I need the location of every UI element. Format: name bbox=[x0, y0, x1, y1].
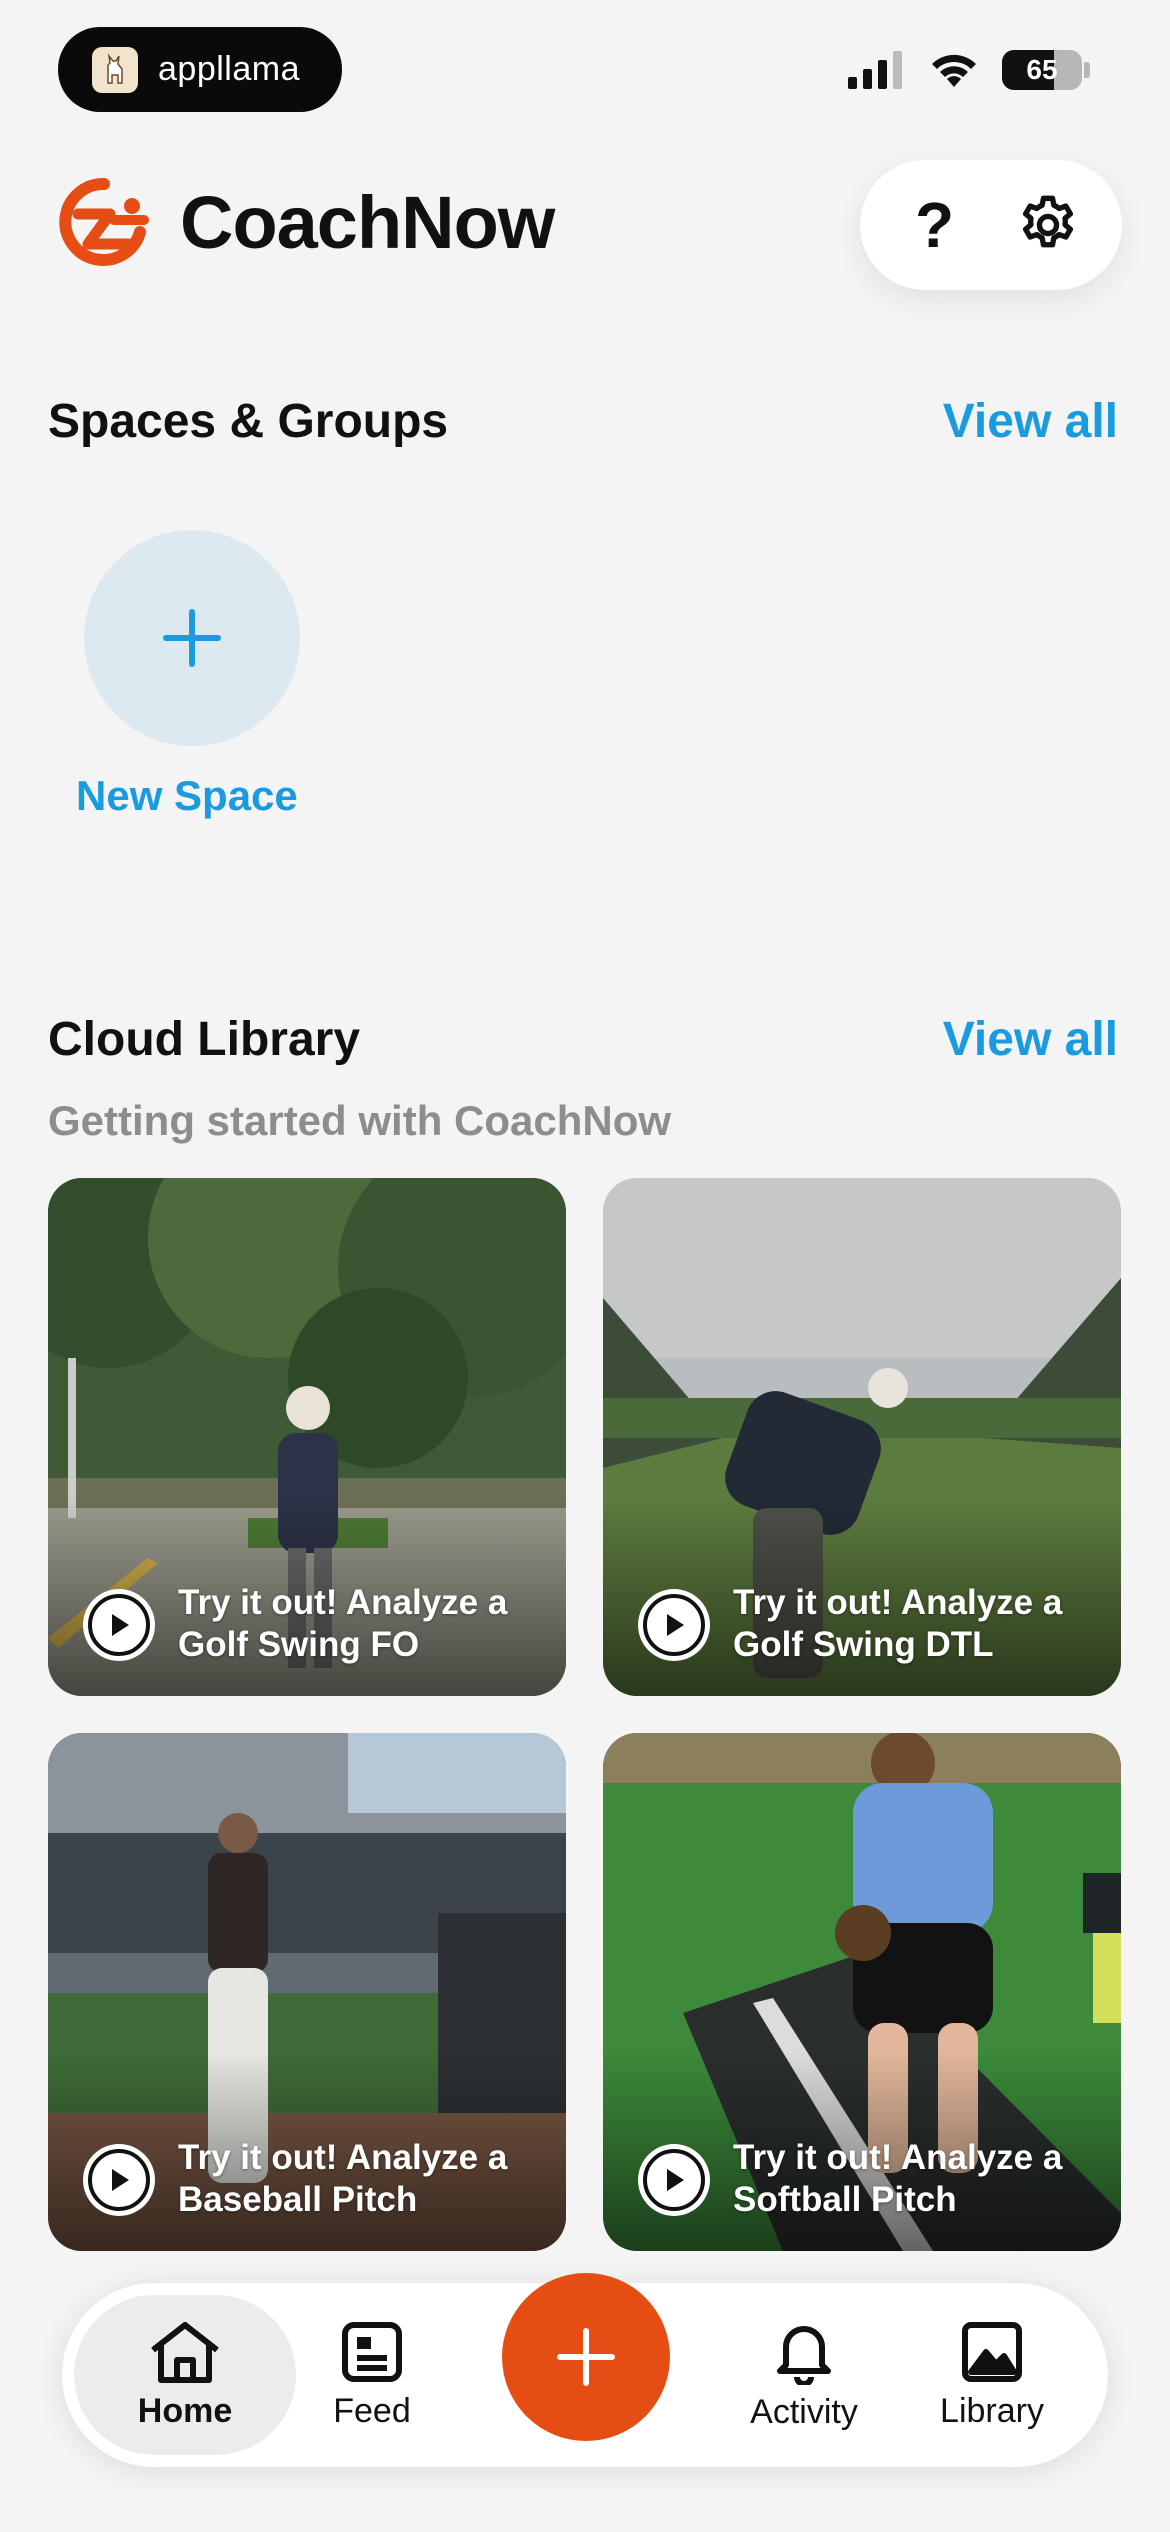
settings-button[interactable] bbox=[1003, 180, 1093, 270]
card-title: Try it out! Analyze a Golf Swing DTL bbox=[733, 1583, 1063, 1664]
library-card-softball-pitch[interactable]: Try it out! Analyze a Softball Pitch bbox=[603, 1733, 1121, 2251]
cellular-signal-icon bbox=[848, 51, 902, 89]
header-actions: ? bbox=[860, 160, 1122, 290]
applet-pill[interactable]: appllama bbox=[58, 27, 342, 112]
battery-cap bbox=[1084, 62, 1090, 78]
status-icons: 65 bbox=[848, 50, 1090, 90]
library-card-baseball-pitch[interactable]: Try it out! Analyze a Baseball Pitch bbox=[48, 1733, 566, 2251]
library-view-all-link[interactable]: View all bbox=[943, 1012, 1118, 1067]
play-icon[interactable] bbox=[83, 2144, 155, 2216]
new-space-label: New Space bbox=[76, 772, 298, 819]
spaces-view-all-link[interactable]: View all bbox=[943, 394, 1118, 449]
bell-icon bbox=[777, 2325, 831, 2385]
card-title: Try it out! Analyze a Softball Pitch bbox=[733, 2138, 1063, 2219]
library-card-golf-fo[interactable]: Try it out! Analyze a Golf Swing FO bbox=[48, 1178, 566, 1696]
play-icon[interactable] bbox=[638, 1589, 710, 1661]
feed-icon bbox=[342, 2321, 402, 2382]
new-space-button[interactable]: New Space bbox=[76, 530, 306, 820]
nav-activity-label: Activity bbox=[750, 2392, 858, 2431]
status-bar: appllama 65 bbox=[0, 0, 1170, 130]
brand-name: CoachNow bbox=[180, 180, 555, 264]
plus-icon bbox=[557, 2328, 615, 2386]
help-icon: ? bbox=[914, 189, 955, 261]
nav-feed-label: Feed bbox=[333, 2391, 411, 2430]
brand-logo: CoachNow bbox=[48, 174, 555, 270]
llama-icon bbox=[92, 46, 138, 93]
battery-icon: 65 bbox=[1002, 50, 1082, 90]
nav-home-label: Home bbox=[137, 2391, 233, 2430]
nav-feed[interactable]: Feed bbox=[308, 2283, 436, 2467]
card-title: Try it out! Analyze a Golf Swing FO bbox=[178, 1583, 508, 1664]
library-section-title: Cloud Library bbox=[48, 1013, 361, 1066]
nav-library[interactable]: Library bbox=[922, 2283, 1062, 2467]
nav-home[interactable]: Home bbox=[74, 2295, 296, 2455]
play-icon[interactable] bbox=[638, 2144, 710, 2216]
plus-icon bbox=[163, 609, 221, 667]
applet-name: appllama bbox=[158, 50, 300, 88]
coachnow-logo-icon bbox=[59, 177, 149, 266]
wifi-icon bbox=[932, 54, 976, 87]
library-card-golf-dtl[interactable]: Try it out! Analyze a Golf Swing DTL bbox=[603, 1178, 1121, 1696]
nav-activity[interactable]: Activity bbox=[734, 2283, 874, 2467]
gear-icon bbox=[1022, 195, 1073, 248]
image-icon bbox=[962, 2321, 1022, 2382]
card-title: Try it out! Analyze a Baseball Pitch bbox=[178, 2138, 508, 2219]
app-header: CoachNow ? bbox=[48, 160, 1122, 295]
nav-library-label: Library bbox=[940, 2391, 1044, 2430]
spaces-section-title: Spaces & Groups bbox=[48, 395, 449, 448]
home-icon bbox=[151, 2321, 219, 2383]
library-subtitle: Getting started with CoachNow bbox=[48, 1097, 672, 1144]
battery-level: 65 bbox=[1026, 54, 1058, 85]
help-button[interactable]: ? bbox=[890, 180, 980, 270]
create-button[interactable] bbox=[502, 2273, 670, 2441]
new-space-circle[interactable] bbox=[84, 530, 300, 746]
play-icon[interactable] bbox=[83, 1589, 155, 1661]
bottom-nav: Home Feed Activity Library bbox=[62, 2273, 1108, 2467]
